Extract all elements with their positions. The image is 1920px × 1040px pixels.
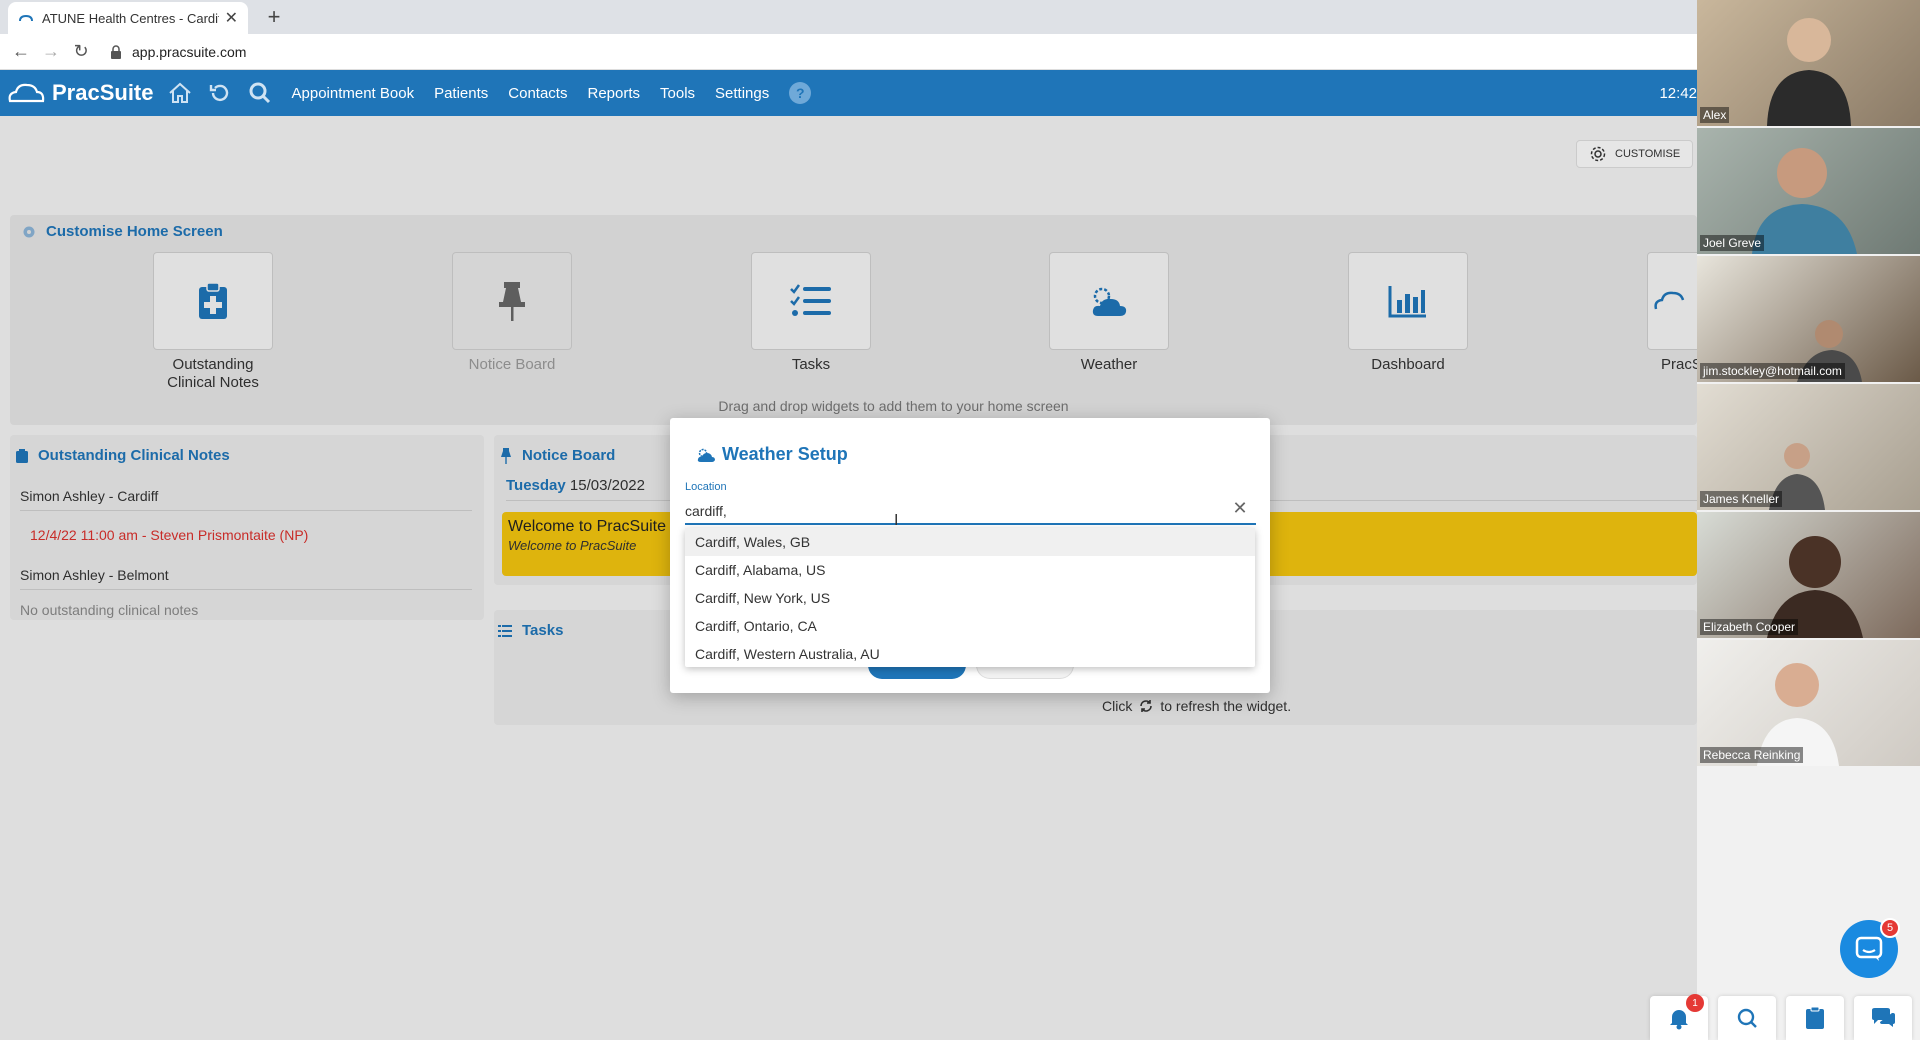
chat-launcher-button[interactable]: 5 [1840, 918, 1900, 978]
suggestion-item[interactable]: Cardiff, Wales, GB [685, 528, 1255, 556]
messages-button[interactable] [1854, 996, 1912, 1040]
location-label: Location [685, 481, 727, 493]
suggestion-item[interactable]: Cardiff, Alabama, US [685, 556, 1255, 584]
suggestion-item[interactable]: Cardiff, Ontario, CA [685, 612, 1255, 640]
search-icon [1737, 1008, 1757, 1028]
chat-icon [1855, 936, 1883, 961]
nav-reports[interactable]: Reports [587, 85, 640, 102]
chat-badge: 5 [1880, 918, 1900, 938]
nav-contacts[interactable]: Contacts [508, 85, 567, 102]
suggestion-item[interactable]: Cardiff, Western Australia, AU [685, 640, 1255, 668]
video-tile[interactable]: Rebecca Reinking [1697, 640, 1920, 766]
video-tile[interactable]: James Kneller [1697, 384, 1920, 510]
pracsuite-favicon-icon [19, 14, 33, 22]
browser-tab[interactable]: ATUNE Health Centres - Cardiff ✕ [8, 2, 248, 34]
search-button[interactable] [1718, 996, 1776, 1040]
nav-settings[interactable]: Settings [715, 85, 769, 102]
video-tile[interactable]: Elizabeth Cooper [1697, 512, 1920, 638]
home-icon[interactable] [166, 79, 194, 107]
url-field[interactable]: app.pracsuite.com [110, 44, 246, 60]
modal-title: Weather Setup [696, 444, 848, 465]
participant-name: Rebecca Reinking [1700, 747, 1804, 763]
new-tab-icon[interactable]: + [260, 4, 288, 30]
clipboard-button[interactable] [1786, 996, 1844, 1040]
participant-silhouette-icon [1767, 18, 1851, 126]
video-tile[interactable]: Alex [1697, 0, 1920, 126]
modal-title-text: Weather Setup [722, 444, 848, 464]
notifications-button[interactable]: 1 [1650, 994, 1708, 1040]
brand-name: PracSuite [52, 80, 154, 105]
video-tile[interactable]: jim.stockley@hotmail.com [1697, 256, 1920, 382]
participant-name: jim.stockley@hotmail.com [1700, 363, 1845, 379]
brand-logo[interactable]: PracSuite [6, 80, 154, 106]
location-input[interactable] [685, 499, 1256, 525]
bottom-toolbar: 1 [1650, 994, 1920, 1040]
bell-icon [1670, 1010, 1688, 1030]
search-icon[interactable] [246, 79, 274, 107]
clear-icon[interactable]: ✕ [1230, 498, 1250, 519]
participant-name: Alex [1700, 107, 1730, 123]
location-suggestions: Cardiff, Wales, GB Cardiff, Alabama, US … [685, 528, 1255, 667]
nav-appointment-book[interactable]: Appointment Book [292, 85, 415, 102]
browser-tab-bar: ATUNE Health Centres - Cardiff ✕ + [0, 0, 1697, 34]
browser-tab-title: ATUNE Health Centres - Cardiff [42, 10, 219, 26]
address-bar: ← → ↻ app.pracsuite.com [0, 34, 1697, 70]
history-icon[interactable] [206, 79, 234, 107]
app-navbar: PracSuite Appointment Book Patients Cont… [0, 70, 1697, 116]
forward-icon[interactable]: → [36, 41, 66, 62]
participant-name: James Kneller [1700, 491, 1783, 507]
messages-icon [1872, 1008, 1895, 1027]
close-tab-icon[interactable]: ✕ [225, 8, 238, 28]
lock-icon [111, 44, 121, 59]
weather-icon [697, 448, 715, 462]
cloud-logo-icon [8, 83, 45, 103]
notification-badge: 1 [1686, 994, 1704, 1012]
help-icon[interactable]: ? [789, 82, 812, 104]
video-call-panel: Alex Joel Greve jim.stockley@hotmail.com… [1697, 0, 1920, 1040]
suggestion-item[interactable]: Cardiff, New York, US [685, 584, 1255, 612]
participant-name: Joel Greve [1700, 235, 1765, 251]
clock: 12:42 [1659, 84, 1697, 102]
video-tile[interactable]: Joel Greve [1697, 128, 1920, 254]
clipboard-icon [1806, 1006, 1824, 1029]
reload-icon[interactable]: ↻ [66, 41, 96, 62]
url-text: app.pracsuite.com [132, 43, 247, 60]
nav-tools[interactable]: Tools [660, 85, 695, 102]
back-icon[interactable]: ← [6, 41, 36, 62]
participant-name: Elizabeth Cooper [1700, 619, 1799, 635]
nav-patients[interactable]: Patients [434, 85, 488, 102]
